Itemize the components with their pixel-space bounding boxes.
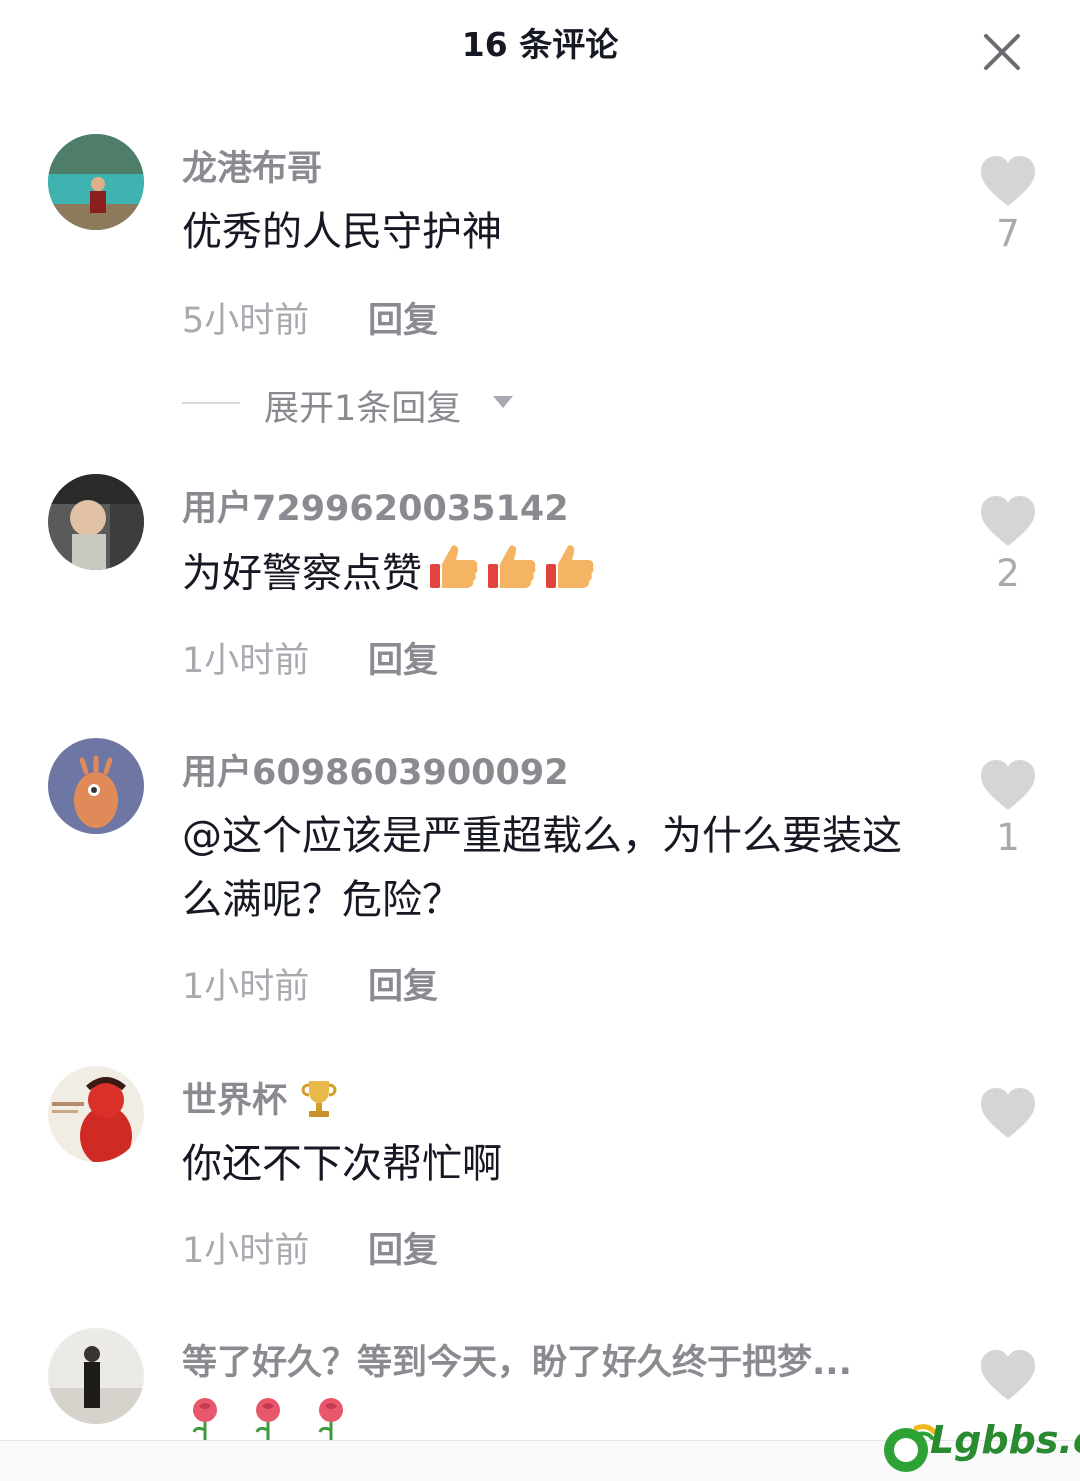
rose-emoji-row (182, 1394, 354, 1440)
like-count: 2 (996, 552, 1020, 595)
like-heart-icon[interactable] (978, 756, 1038, 816)
like-heart-icon[interactable] (978, 492, 1038, 552)
avatar[interactable] (48, 474, 144, 570)
avatar[interactable] (48, 1066, 144, 1162)
username-text: 世界杯 (182, 1081, 288, 1121)
avatar[interactable] (48, 1328, 144, 1424)
comment-text: @这个应该是严重超载么，为什么要装这么满呢？危险？ (182, 813, 902, 923)
username[interactable]: 用户7299620035142 (182, 480, 569, 531)
watermark-text: Lgbbs.cn (930, 1418, 1080, 1462)
reply-button[interactable]: 回复 (368, 1222, 438, 1273)
comment-text: 为好警察点赞 (182, 540, 922, 611)
comment-time: 1小时前 (182, 1231, 310, 1271)
like-heart-icon[interactable] (978, 1346, 1038, 1406)
rose-icon (245, 1394, 291, 1444)
rose-icon (182, 1394, 228, 1444)
like-heart-icon[interactable] (978, 152, 1038, 212)
comment-text: 优秀的人民守护神 (182, 209, 502, 255)
watermark-emblem-icon (884, 1424, 936, 1472)
caret-down-icon (493, 396, 513, 408)
avatar[interactable] (48, 738, 144, 834)
avatar[interactable] (48, 134, 144, 230)
rose-icon (308, 1394, 354, 1444)
divider-line (182, 402, 240, 404)
comment-text: 你还不下次帮忙啊 (182, 1141, 502, 1187)
expand-replies-label: 展开1条回复 (264, 389, 462, 429)
username[interactable]: 用户6098603900092 (182, 744, 569, 795)
thumbs-up-icon (428, 540, 480, 611)
reply-button[interactable]: 回复 (368, 632, 438, 683)
comment-time: 1小时前 (182, 967, 310, 1007)
trophy-icon (299, 1077, 339, 1128)
comment-time: 5小时前 (182, 301, 310, 341)
reply-button[interactable]: 回复 (368, 292, 438, 343)
comment-count-title: 16 条评论 (461, 25, 619, 64)
thumbs-up-icon (486, 540, 538, 611)
comment-time: 1小时前 (182, 641, 310, 681)
watermark-logo: Lgbbs.cn (880, 1410, 1080, 1480)
like-heart-icon[interactable] (978, 1084, 1038, 1144)
username[interactable]: 龙港布哥 (182, 140, 322, 191)
thumbs-up-icon (544, 540, 596, 611)
like-count: 7 (996, 212, 1020, 255)
reply-button[interactable]: 回复 (368, 958, 438, 1009)
like-count: 1 (996, 816, 1020, 859)
close-icon[interactable] (978, 28, 1026, 76)
comments-header: 16 条评论 (0, 0, 1080, 90)
username[interactable]: 世界杯 (182, 1072, 339, 1128)
comment-text-body: 为好警察点赞 (182, 550, 422, 597)
username[interactable]: 等了好久？等到今天，盼了好久终于把梦... (182, 1334, 922, 1385)
expand-replies-button[interactable]: 展开1条回复 (182, 380, 542, 429)
